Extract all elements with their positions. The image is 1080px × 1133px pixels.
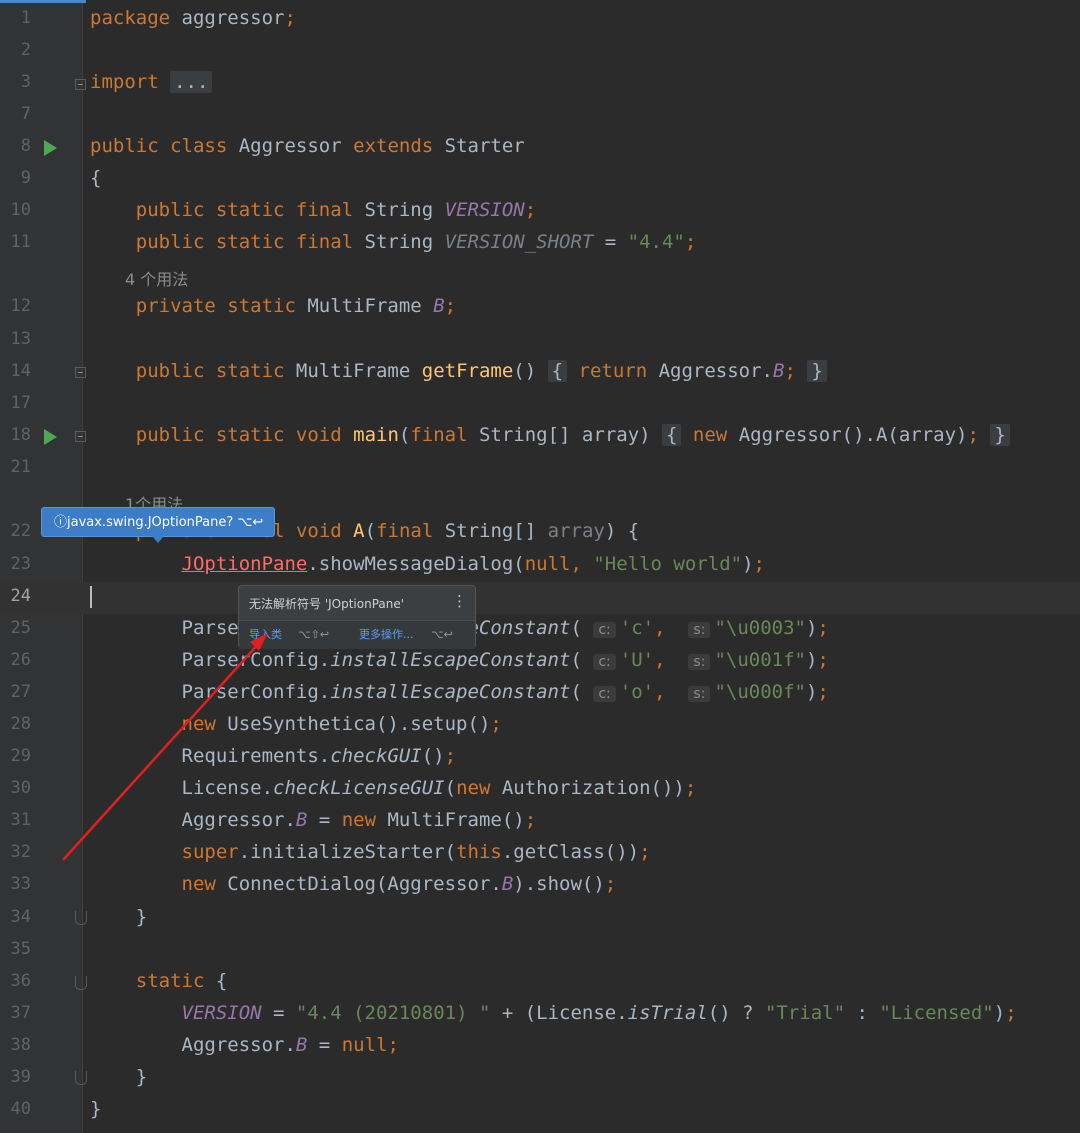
annotation-arrow <box>62 633 268 861</box>
code-editor[interactable]: 1 package aggressor; 2 3 import ... 7 8 public … <box>0 0 1080 1133</box>
